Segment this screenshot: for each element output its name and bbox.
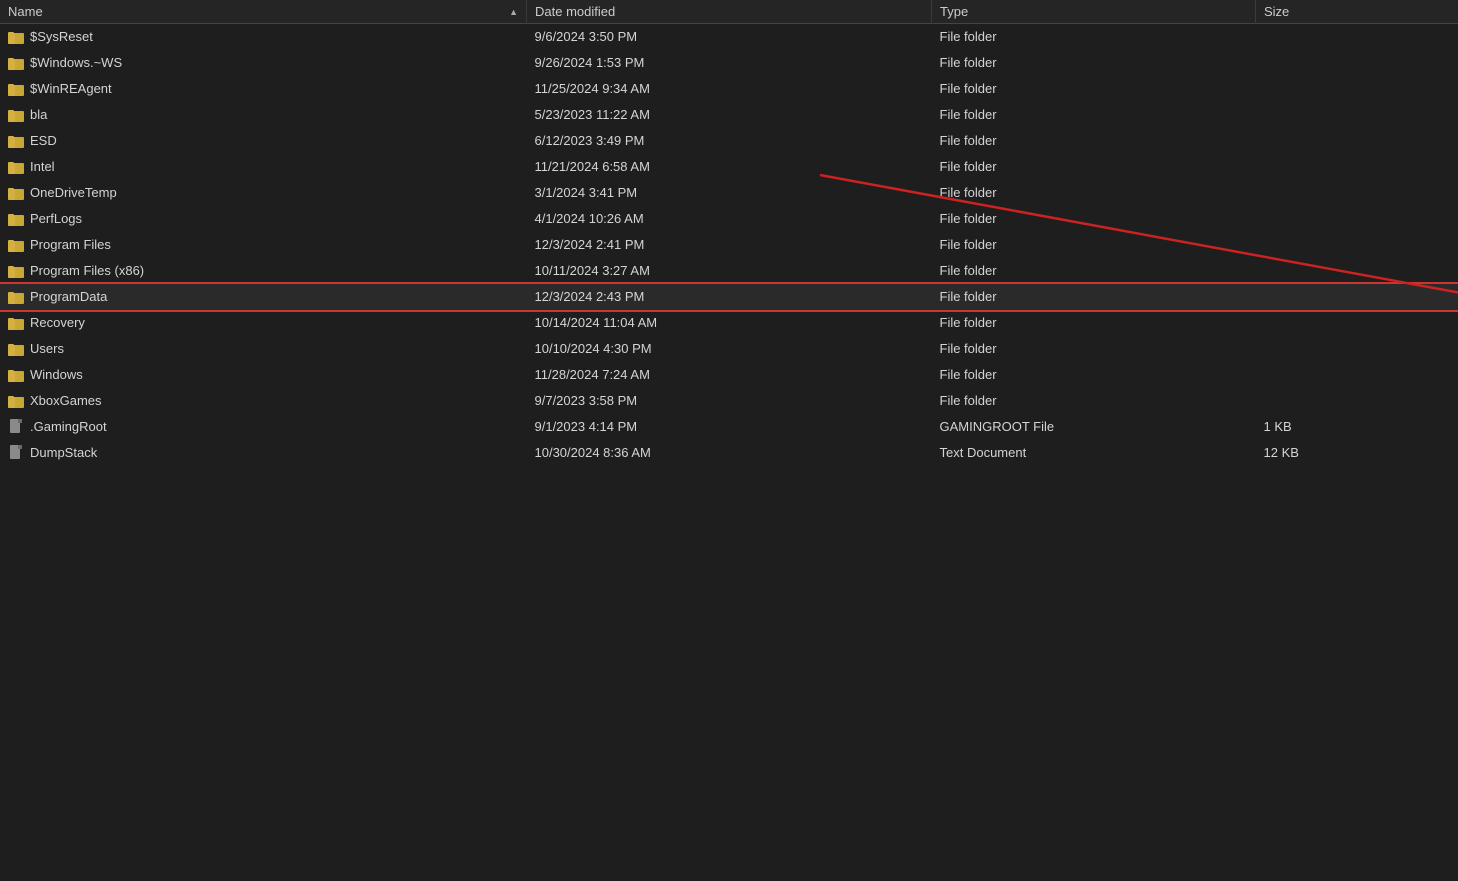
column-header-type[interactable]: Type	[932, 0, 1256, 24]
file-size	[1256, 154, 1458, 180]
file-name: $SysReset	[30, 29, 93, 44]
table-row[interactable]: Recovery 10/14/2024 11:04 AMFile folder	[0, 310, 1458, 336]
file-date: 10/11/2024 3:27 AM	[527, 258, 932, 284]
file-size	[1256, 206, 1458, 232]
file-type: File folder	[932, 76, 1256, 102]
file-name: bla	[30, 107, 47, 122]
file-name: ProgramData	[30, 289, 107, 304]
file-size	[1256, 362, 1458, 388]
table-row[interactable]: DumpStack 10/30/2024 8:36 AMText Documen…	[0, 440, 1458, 466]
file-date: 3/1/2024 3:41 PM	[527, 180, 932, 206]
file-size	[1256, 128, 1458, 154]
file-date: 10/10/2024 4:30 PM	[527, 336, 932, 362]
table-row[interactable]: .GamingRoot 9/1/2023 4:14 PMGAMINGROOT F…	[0, 414, 1458, 440]
file-type: File folder	[932, 180, 1256, 206]
file-date: 10/30/2024 8:36 AM	[527, 440, 932, 466]
table-row[interactable]: bla 5/23/2023 11:22 AMFile folder	[0, 102, 1458, 128]
file-size	[1256, 388, 1458, 414]
table-row[interactable]: $WinREAgent 11/25/2024 9:34 AMFile folde…	[0, 76, 1458, 102]
table-row[interactable]: PerfLogs 4/1/2024 10:26 AMFile folder	[0, 206, 1458, 232]
table-row[interactable]: Program Files (x86) 10/11/2024 3:27 AMFi…	[0, 258, 1458, 284]
file-name: $WinREAgent	[30, 81, 112, 96]
table-row[interactable]: $SysReset 9/6/2024 3:50 PMFile folder	[0, 24, 1458, 50]
file-type: GAMINGROOT File	[932, 414, 1256, 440]
file-name: ESD	[30, 133, 57, 148]
file-size: 1 KB	[1256, 414, 1458, 440]
table-row[interactable]: Windows 11/28/2024 7:24 AMFile folder	[0, 362, 1458, 388]
file-type: File folder	[932, 206, 1256, 232]
file-table: Name ▲ Date modified Type Size $SysReset…	[0, 0, 1458, 466]
file-size	[1256, 24, 1458, 50]
column-header-name[interactable]: Name ▲	[0, 0, 527, 24]
file-name: Recovery	[30, 315, 85, 330]
file-name: Windows	[30, 367, 83, 382]
file-type: File folder	[932, 310, 1256, 336]
table-row[interactable]: Users 10/10/2024 4:30 PMFile folder	[0, 336, 1458, 362]
file-size	[1256, 232, 1458, 258]
file-size	[1256, 310, 1458, 336]
file-date: 9/7/2023 3:58 PM	[527, 388, 932, 414]
file-name: XboxGames	[30, 393, 102, 408]
file-date: 11/25/2024 9:34 AM	[527, 76, 932, 102]
file-size	[1256, 180, 1458, 206]
file-name: Users	[30, 341, 64, 356]
file-type: File folder	[932, 50, 1256, 76]
file-type: File folder	[932, 232, 1256, 258]
file-type: File folder	[932, 362, 1256, 388]
column-header-size[interactable]: Size	[1256, 0, 1458, 24]
file-type: File folder	[932, 128, 1256, 154]
file-date: 9/6/2024 3:50 PM	[527, 24, 932, 50]
column-header-date[interactable]: Date modified	[527, 0, 932, 24]
file-date: 6/12/2023 3:49 PM	[527, 128, 932, 154]
file-name: Program Files (x86)	[30, 263, 144, 278]
file-type: File folder	[932, 102, 1256, 128]
file-type: File folder	[932, 388, 1256, 414]
file-date: 12/3/2024 2:41 PM	[527, 232, 932, 258]
table-row[interactable]: Program Files 12/3/2024 2:41 PMFile fold…	[0, 232, 1458, 258]
table-row[interactable]: $Windows.~WS 9/26/2024 1:53 PMFile folde…	[0, 50, 1458, 76]
file-date: 11/28/2024 7:24 AM	[527, 362, 932, 388]
table-row[interactable]: XboxGames 9/7/2023 3:58 PMFile folder	[0, 388, 1458, 414]
file-date: 12/3/2024 2:43 PM	[527, 284, 932, 310]
file-name: OneDriveTemp	[30, 185, 117, 200]
file-size	[1256, 258, 1458, 284]
file-size	[1256, 76, 1458, 102]
file-type: File folder	[932, 24, 1256, 50]
table-row[interactable]: ProgramData 12/3/2024 2:43 PMFile folder	[0, 284, 1458, 310]
file-name: Intel	[30, 159, 55, 174]
file-size: 12 KB	[1256, 440, 1458, 466]
file-name: Program Files	[30, 237, 111, 252]
file-name: .GamingRoot	[30, 419, 107, 434]
table-row[interactable]: OneDriveTemp 3/1/2024 3:41 PMFile folder	[0, 180, 1458, 206]
file-date: 9/26/2024 1:53 PM	[527, 50, 932, 76]
table-row[interactable]: ESD 6/12/2023 3:49 PMFile folder	[0, 128, 1458, 154]
file-size	[1256, 50, 1458, 76]
file-type: File folder	[932, 284, 1256, 310]
file-type: Text Document	[932, 440, 1256, 466]
file-date: 4/1/2024 10:26 AM	[527, 206, 932, 232]
file-date: 9/1/2023 4:14 PM	[527, 414, 932, 440]
file-type: File folder	[932, 154, 1256, 180]
table-header: Name ▲ Date modified Type Size	[0, 0, 1458, 24]
file-size	[1256, 336, 1458, 362]
table-row[interactable]: Intel 11/21/2024 6:58 AMFile folder	[0, 154, 1458, 180]
file-date: 11/21/2024 6:58 AM	[527, 154, 932, 180]
file-type: File folder	[932, 336, 1256, 362]
file-date: 5/23/2023 11:22 AM	[527, 102, 932, 128]
file-explorer: Name ▲ Date modified Type Size $SysReset…	[0, 0, 1458, 881]
file-size	[1256, 284, 1458, 310]
file-name: PerfLogs	[30, 211, 82, 226]
file-size	[1256, 102, 1458, 128]
file-name: DumpStack	[30, 445, 97, 460]
file-name: $Windows.~WS	[30, 55, 122, 70]
file-date: 10/14/2024 11:04 AM	[527, 310, 932, 336]
file-type: File folder	[932, 258, 1256, 284]
